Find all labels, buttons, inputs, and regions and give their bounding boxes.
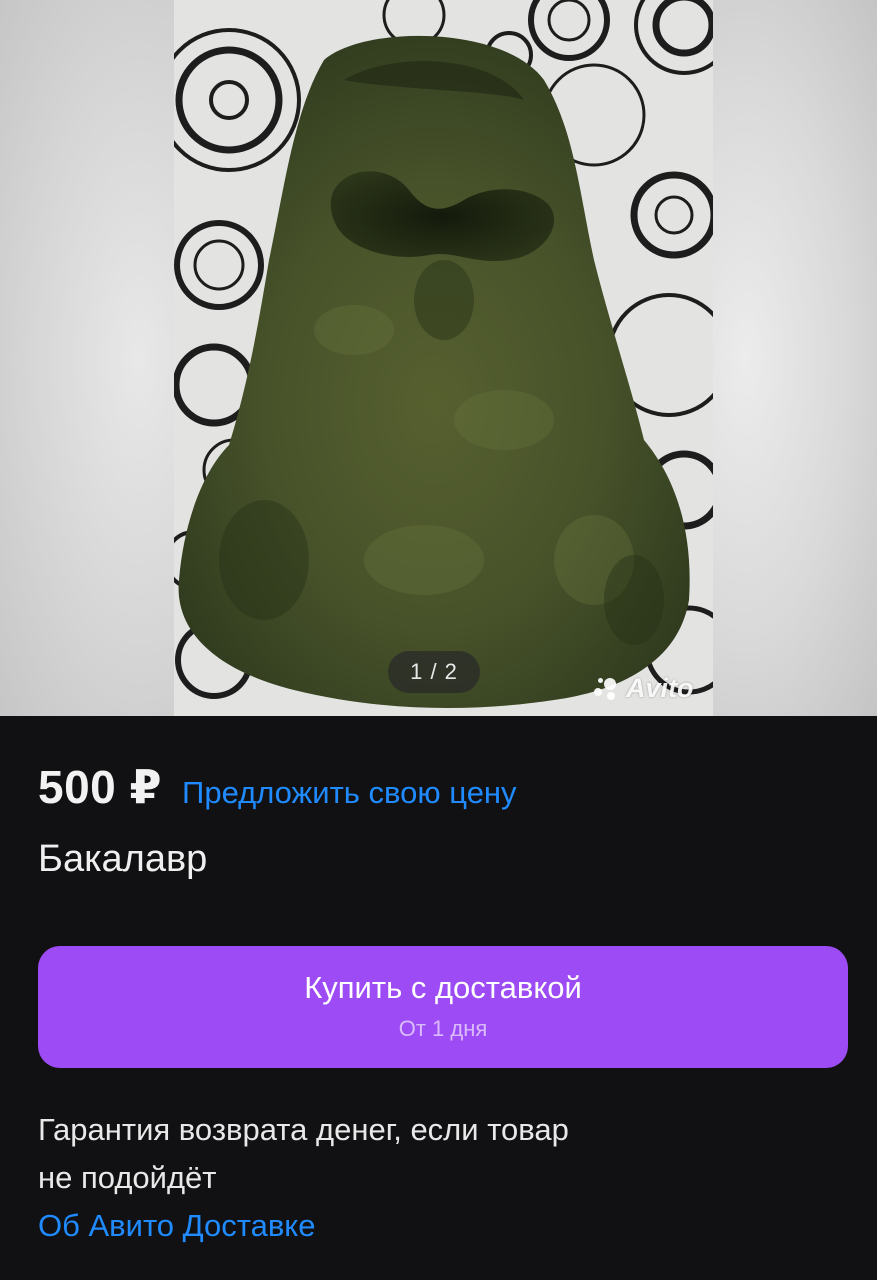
- money-back-guarantee: Гарантия возврата денег, если товар не п…: [38, 1106, 758, 1202]
- watermark-text: Avito: [626, 672, 694, 703]
- avito-watermark: Avito: [594, 668, 694, 708]
- gallery-blur-right: [713, 0, 877, 716]
- price-row: 500 ₽ Предложить свою цену: [38, 760, 517, 814]
- price: 500 ₽: [38, 761, 163, 813]
- offer-price-link[interactable]: Предложить свою цену: [182, 775, 517, 811]
- avito-logo-icon: [594, 676, 620, 700]
- about-avito-delivery-link[interactable]: Об Авито Доставке: [38, 1208, 315, 1244]
- listing-title: Бакалавр: [38, 838, 208, 880]
- photo-gallery[interactable]: 1 / 2 Avito: [0, 0, 877, 716]
- buy-button-sublabel: От 1 дня: [398, 1016, 488, 1041]
- guarantee-line-1: Гарантия возврата денег, если товар: [38, 1112, 569, 1147]
- photo-counter: 1 / 2: [388, 651, 480, 693]
- buy-button-label: Купить с доставкой: [304, 970, 582, 1005]
- guarantee-line-2: не подойдёт: [38, 1160, 217, 1195]
- buy-with-delivery-button[interactable]: Купить с доставкой От 1 дня: [38, 946, 848, 1068]
- gallery-blur-left: [0, 0, 174, 716]
- product-photo[interactable]: [174, 0, 713, 716]
- listing-page: 1 / 2 Avito 500 ₽ Предложить свою цену Б…: [0, 0, 877, 1280]
